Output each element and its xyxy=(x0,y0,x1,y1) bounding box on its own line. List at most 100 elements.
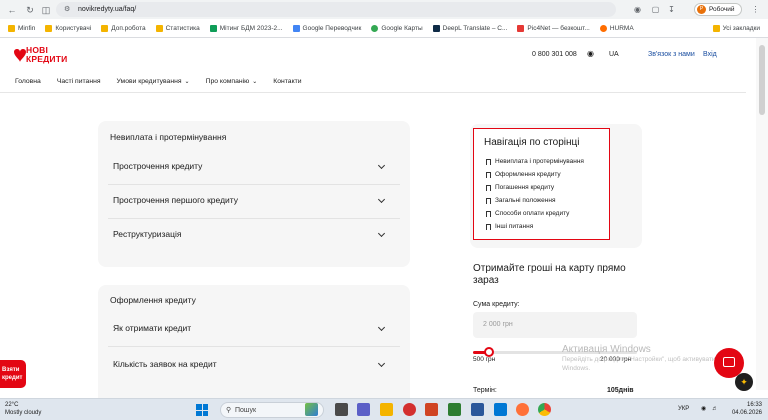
header-divider xyxy=(0,92,746,93)
widget-image-icon[interactable] xyxy=(305,403,318,416)
nav-label: Умови кредитування xyxy=(116,77,182,85)
volume-icon[interactable]: ♬ xyxy=(712,406,718,412)
page-nav-link[interactable]: Загальні положення xyxy=(486,197,555,204)
download-icon[interactable]: ↧ xyxy=(666,4,677,15)
camera-icon[interactable]: ◉ xyxy=(632,4,643,15)
nav-contacts[interactable]: Контакти xyxy=(273,78,301,85)
bookmark-icon xyxy=(486,197,491,204)
chevron-down-icon xyxy=(377,195,386,204)
extensions-icon[interactable]: ▢ xyxy=(650,4,661,15)
site-header: НОВІ КРЕДИТИ 0 800 301 008 ◉ UA Зв'язок … xyxy=(0,38,768,93)
bookmark-label: Доп.робота xyxy=(111,24,146,32)
address-bar[interactable]: ⚙ novikredyty.ua/faq/ xyxy=(56,2,616,17)
chevron-down-icon xyxy=(377,359,386,368)
bookmark-item[interactable]: Google Переводчик xyxy=(292,24,361,32)
faq-question: Реструктуризація xyxy=(113,229,182,239)
page-nav-link[interactable]: Оформлення кредиту xyxy=(486,171,561,178)
back-icon[interactable]: ← xyxy=(6,4,18,16)
chevron-down-icon: ⌄ xyxy=(252,78,258,85)
page-nav-link[interactable]: Невиплата і протермінування xyxy=(486,158,584,165)
faq-accordion-item[interactable]: Як отримати кредит xyxy=(113,323,398,341)
teams-icon[interactable] xyxy=(357,403,370,416)
bookmark-label: Статистика xyxy=(165,24,200,32)
opera-icon[interactable] xyxy=(403,403,416,416)
firefox-icon[interactable] xyxy=(516,403,529,416)
bookmark-item[interactable]: HURMA xyxy=(599,24,634,32)
system-tray[interactable]: УКР ◉ ♬ xyxy=(678,405,718,412)
page-nav-link-label: Оформлення кредиту xyxy=(495,171,561,178)
scrollbar-thumb[interactable] xyxy=(759,45,765,115)
amount-label: Сума кредиту: xyxy=(473,301,520,308)
wifi-icon[interactable]: ◉ xyxy=(701,406,706,412)
menu-icon[interactable]: ⋮ xyxy=(750,4,761,15)
page-nav-link[interactable]: Інші питання xyxy=(486,223,533,230)
divider xyxy=(108,218,400,219)
logo-line: КРЕДИТИ xyxy=(26,54,68,64)
search-icon: ⚲ xyxy=(226,407,232,414)
bookmark-item[interactable]: Доп.робота xyxy=(101,24,146,32)
excel-icon[interactable] xyxy=(448,403,461,416)
mail-icon[interactable] xyxy=(494,403,507,416)
bookmark-label: Мітинг БДМ 2023-2... xyxy=(219,24,283,32)
nav-credit-terms[interactable]: Умови кредитування ⌄ xyxy=(117,78,190,85)
page-nav-link[interactable]: Погашення кредиту xyxy=(486,184,554,191)
file-explorer-icon[interactable] xyxy=(380,403,393,416)
folder-icon xyxy=(712,24,720,32)
bookmark-label: Minfin xyxy=(18,24,36,32)
contact-link[interactable]: Зв'язок з нами xyxy=(648,51,695,58)
weather-text: Mostly cloudy xyxy=(5,410,42,416)
divider xyxy=(108,346,400,347)
windows-start-icon[interactable] xyxy=(196,404,208,416)
clock[interactable]: 16:33 04.06.2026 xyxy=(728,401,762,417)
activation-title: Активація Windows xyxy=(562,344,651,355)
nav-home[interactable]: Головна xyxy=(15,78,41,85)
term-value: 105днів xyxy=(607,387,634,394)
site-info-icon[interactable]: ⚙ xyxy=(64,2,70,17)
page-nav-link-label: Загальні положення xyxy=(495,197,556,204)
bookmark-item[interactable]: Google Карты xyxy=(371,24,423,32)
nav-about[interactable]: Про компанію ⌄ xyxy=(206,78,258,85)
chevron-down-icon xyxy=(377,323,386,332)
bookmark-item[interactable]: Pic4Net — безкошт... xyxy=(517,24,590,32)
phone-number[interactable]: 0 800 301 008 xyxy=(532,51,577,58)
page-nav-link[interactable]: Способи оплати кредиту xyxy=(486,210,569,217)
faq-accordion-item[interactable]: Кількість заявок на кредит xyxy=(113,359,398,377)
folder-icon xyxy=(155,24,163,32)
bookmark-item[interactable]: Користувачі xyxy=(45,24,91,32)
page-nav-link-label: Невиплата і протермінування xyxy=(495,158,584,165)
bookmark-label: DeepL Translate – C... xyxy=(442,24,508,32)
translate-icon xyxy=(292,24,300,32)
chevron-down-icon xyxy=(377,161,386,170)
taskbar-search-label: Пошук xyxy=(235,407,257,414)
reload-icon[interactable]: ↻ xyxy=(24,4,36,16)
language-indicator[interactable]: УКР xyxy=(678,406,689,412)
nav-label: Часті питання xyxy=(56,77,101,85)
bookmark-icon xyxy=(486,210,491,217)
sidebar-icon[interactable]: ◫ xyxy=(40,4,52,16)
chrome-icon[interactable] xyxy=(538,403,551,416)
eye-icon[interactable]: ◉ xyxy=(587,49,594,58)
sparkle-icon[interactable]: ✦ xyxy=(735,373,753,391)
faq-accordion-item[interactable]: Прострочення першого кредиту xyxy=(113,195,398,213)
chevron-down-icon xyxy=(377,229,386,238)
amount-input[interactable]: 2 000 грн xyxy=(473,312,637,338)
language-switch[interactable]: UA xyxy=(609,51,619,58)
task-view-icon[interactable] xyxy=(335,403,348,416)
nav-faq[interactable]: Часті питання xyxy=(57,78,101,85)
bookmark-item[interactable]: Мітинг БДМ 2023-2... xyxy=(209,24,283,32)
logo-text[interactable]: НОВІ КРЕДИТИ xyxy=(26,46,67,64)
login-link[interactable]: Вхід xyxy=(703,51,717,58)
profile-button[interactable]: Р Робочий xyxy=(694,3,742,16)
get-loan-tab[interactable]: Взяти кредит xyxy=(0,360,26,388)
bookmark-item[interactable]: DeepL Translate – C... xyxy=(432,24,508,32)
term-label: Термін: xyxy=(473,387,497,394)
faq-accordion-item[interactable]: Реструктуризація xyxy=(113,229,398,247)
bookmark-item[interactable]: Minfin xyxy=(8,24,36,32)
bookmark-item[interactable]: Статистика xyxy=(155,24,200,32)
faq-accordion-item[interactable]: Прострочення кредиту xyxy=(113,161,398,179)
weather-widget[interactable]: 22°C Mostly cloudy xyxy=(5,401,41,417)
powerpoint-icon[interactable] xyxy=(425,403,438,416)
folder-icon xyxy=(101,24,109,32)
all-bookmarks[interactable]: Усі закладки xyxy=(712,24,760,32)
word-icon[interactable] xyxy=(471,403,484,416)
